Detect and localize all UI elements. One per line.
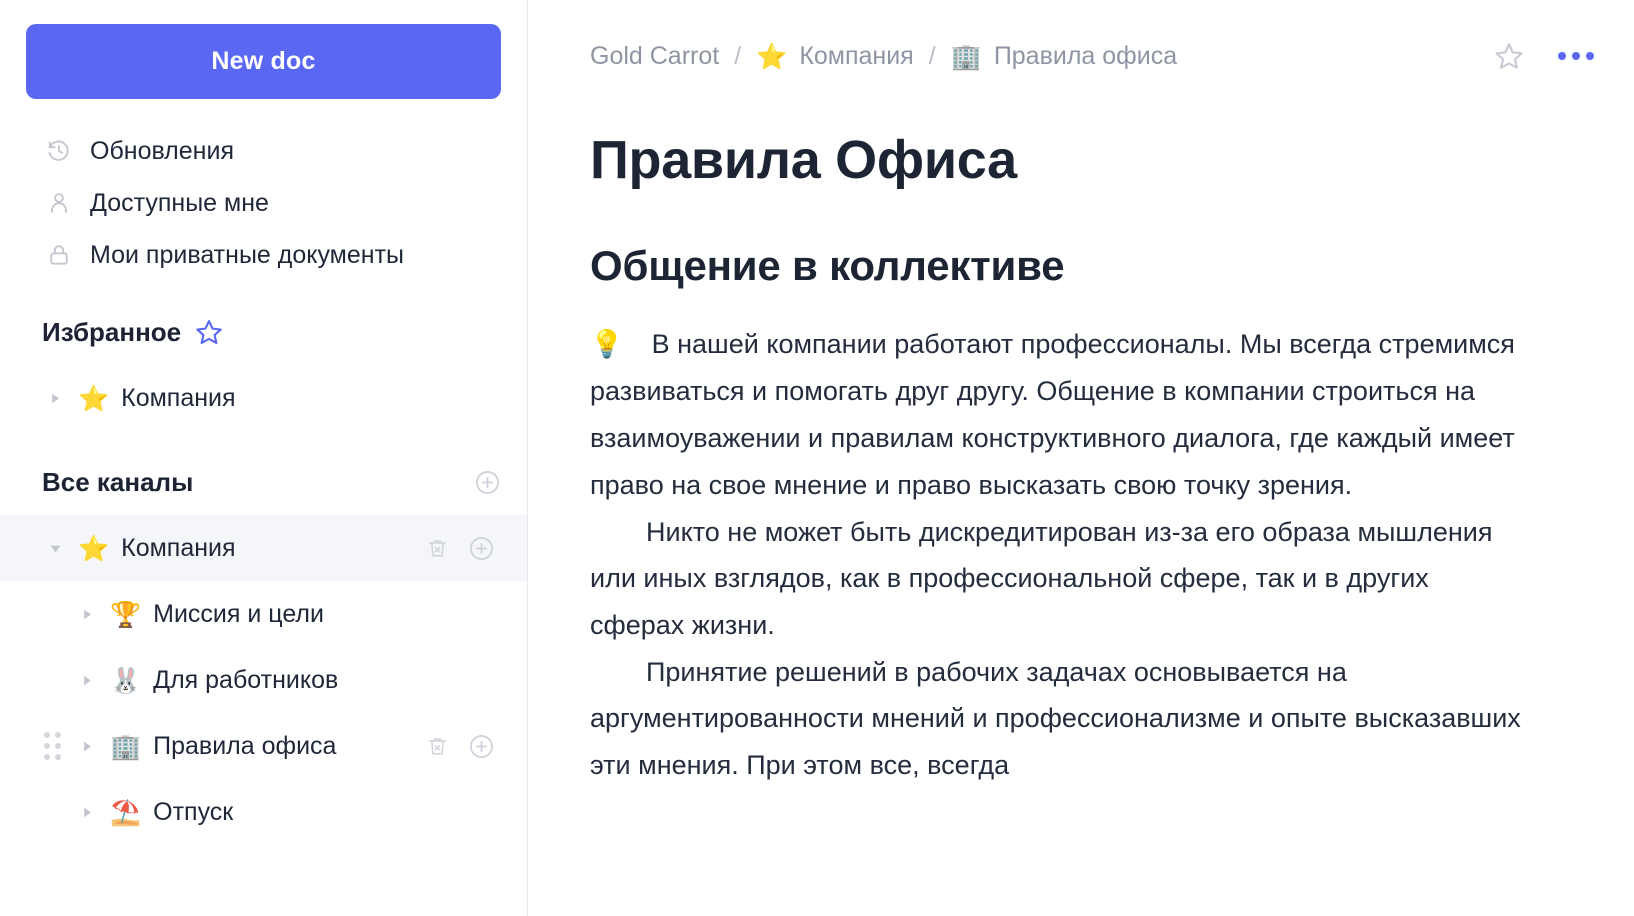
tree-item-label: Миссия и цели	[153, 599, 324, 628]
breadcrumb-space-label: Компания	[799, 41, 914, 70]
tree-item-mission-and-goals[interactable]: 🏆 Миссия и цели	[0, 581, 527, 647]
history-icon	[44, 138, 74, 164]
sidebar-item-updates[interactable]: Обновления	[0, 125, 527, 177]
person-icon	[44, 190, 74, 216]
channels-tree: ⭐ Компания 🏆 Миссия и цели 🐰 Для работни…	[0, 515, 527, 845]
channels-section-header: Все каналы	[0, 453, 527, 511]
tree-item-label: Компания	[121, 383, 236, 412]
lock-icon	[44, 242, 74, 268]
add-page-icon[interactable]	[468, 535, 495, 562]
document-body: Правила Офиса Общение в коллективе 💡 В на…	[528, 130, 1634, 789]
add-channel-button[interactable]	[474, 469, 501, 496]
topbar: Gold Carrot / ⭐ Компания / 🏢 Правила офи…	[528, 0, 1634, 112]
add-page-icon[interactable]	[468, 733, 495, 760]
row-actions	[425, 733, 527, 760]
lightbulb-emoji: 💡	[590, 328, 624, 360]
star-emoji: ⭐	[78, 533, 110, 563]
tree-item-label: Для работников	[153, 665, 339, 694]
document-text: 💡 В нашей компании работают профессионалы…	[590, 321, 1525, 789]
delete-icon[interactable]	[425, 734, 450, 759]
new-doc-container: New doc	[0, 0, 527, 99]
sidebar-item-shared-with-me[interactable]: Доступные мне	[0, 177, 527, 229]
tree-item-company[interactable]: ⭐ Компания	[0, 515, 527, 581]
tree-item-label: Компания	[121, 533, 236, 562]
breadcrumb-space[interactable]: ⭐ Компания	[756, 42, 914, 71]
primary-nav: Обновления Доступные мне Мои приватные д…	[0, 125, 527, 281]
star-outline-icon	[195, 318, 223, 346]
tree-item-label: Правила офиса	[153, 731, 337, 760]
sidebar-item-private-docs[interactable]: Мои приватные документы	[0, 229, 527, 281]
sidebar-item-label: Мои приватные документы	[90, 240, 405, 269]
chevron-right-icon[interactable]	[78, 741, 96, 752]
row-actions	[425, 535, 527, 562]
chevron-right-icon[interactable]	[46, 393, 64, 404]
tree-item-favorite-company[interactable]: ⭐ Компания	[0, 365, 527, 431]
rabbit-emoji: 🐰	[110, 665, 142, 695]
office-building-emoji: 🏢	[110, 731, 142, 761]
tree-item-label: Отпуск	[153, 797, 234, 826]
favorites-section-header: Избранное	[0, 303, 527, 361]
breadcrumb-workspace[interactable]: Gold Carrot	[590, 42, 719, 71]
tree-item-for-employees[interactable]: 🐰 Для работников	[0, 647, 527, 713]
sidebar-item-label: Доступные мне	[90, 188, 269, 217]
paragraph-2: Никто не может быть дискредитирован из-з…	[590, 516, 1493, 640]
more-options-icon[interactable]	[1558, 52, 1594, 60]
trophy-emoji: 🏆	[110, 599, 142, 629]
favorite-star-icon[interactable]	[1494, 41, 1524, 71]
tree-item-vacation[interactable]: ⛱️ Отпуск	[0, 779, 527, 845]
sidebar: New doc Обновления Доступные мне Мои при…	[0, 0, 528, 916]
paragraph-1-text: В нашей компании работают профессионалы.…	[590, 328, 1515, 500]
main-content: Gold Carrot / ⭐ Компания / 🏢 Правила офи…	[528, 0, 1634, 916]
chevron-right-icon[interactable]	[78, 609, 96, 620]
new-doc-button[interactable]: New doc	[26, 24, 501, 99]
drag-handle-icon[interactable]	[44, 732, 61, 760]
breadcrumb-separator: /	[734, 41, 742, 70]
page-title: Правила Офиса	[590, 130, 1017, 190]
tree-item-office-rules[interactable]: 🏢 Правила офиса	[0, 713, 527, 779]
delete-icon[interactable]	[425, 536, 450, 561]
breadcrumb: Gold Carrot / ⭐ Компания / 🏢 Правила офи…	[590, 42, 1177, 71]
paragraph-3: Принятие решений в рабочих задачах основ…	[590, 656, 1521, 781]
paragraph-1: 💡 В нашей компании работают профессионалы…	[590, 321, 1525, 509]
topbar-actions	[1494, 41, 1594, 71]
breadcrumb-document-label: Правила офиса	[993, 41, 1178, 70]
section-heading: Общение в коллективе	[590, 242, 1065, 290]
favorites-title: Избранное	[42, 316, 182, 347]
app-root: New doc Обновления Доступные мне Мои при…	[0, 0, 1634, 916]
star-emoji: ⭐	[78, 383, 110, 413]
favorites-tree: ⭐ Компания	[0, 365, 527, 431]
chevron-down-icon[interactable]	[46, 543, 64, 554]
breadcrumb-separator: /	[928, 41, 936, 70]
office-building-emoji: 🏢	[950, 41, 982, 71]
chevron-right-icon[interactable]	[78, 807, 96, 818]
channels-title: Все каналы	[42, 466, 194, 497]
beach-umbrella-emoji: ⛱️	[110, 797, 142, 827]
sidebar-item-label: Обновления	[90, 136, 234, 165]
star-emoji: ⭐	[756, 41, 788, 71]
breadcrumb-document[interactable]: 🏢 Правила офиса	[951, 42, 1177, 71]
chevron-right-icon[interactable]	[78, 675, 96, 686]
